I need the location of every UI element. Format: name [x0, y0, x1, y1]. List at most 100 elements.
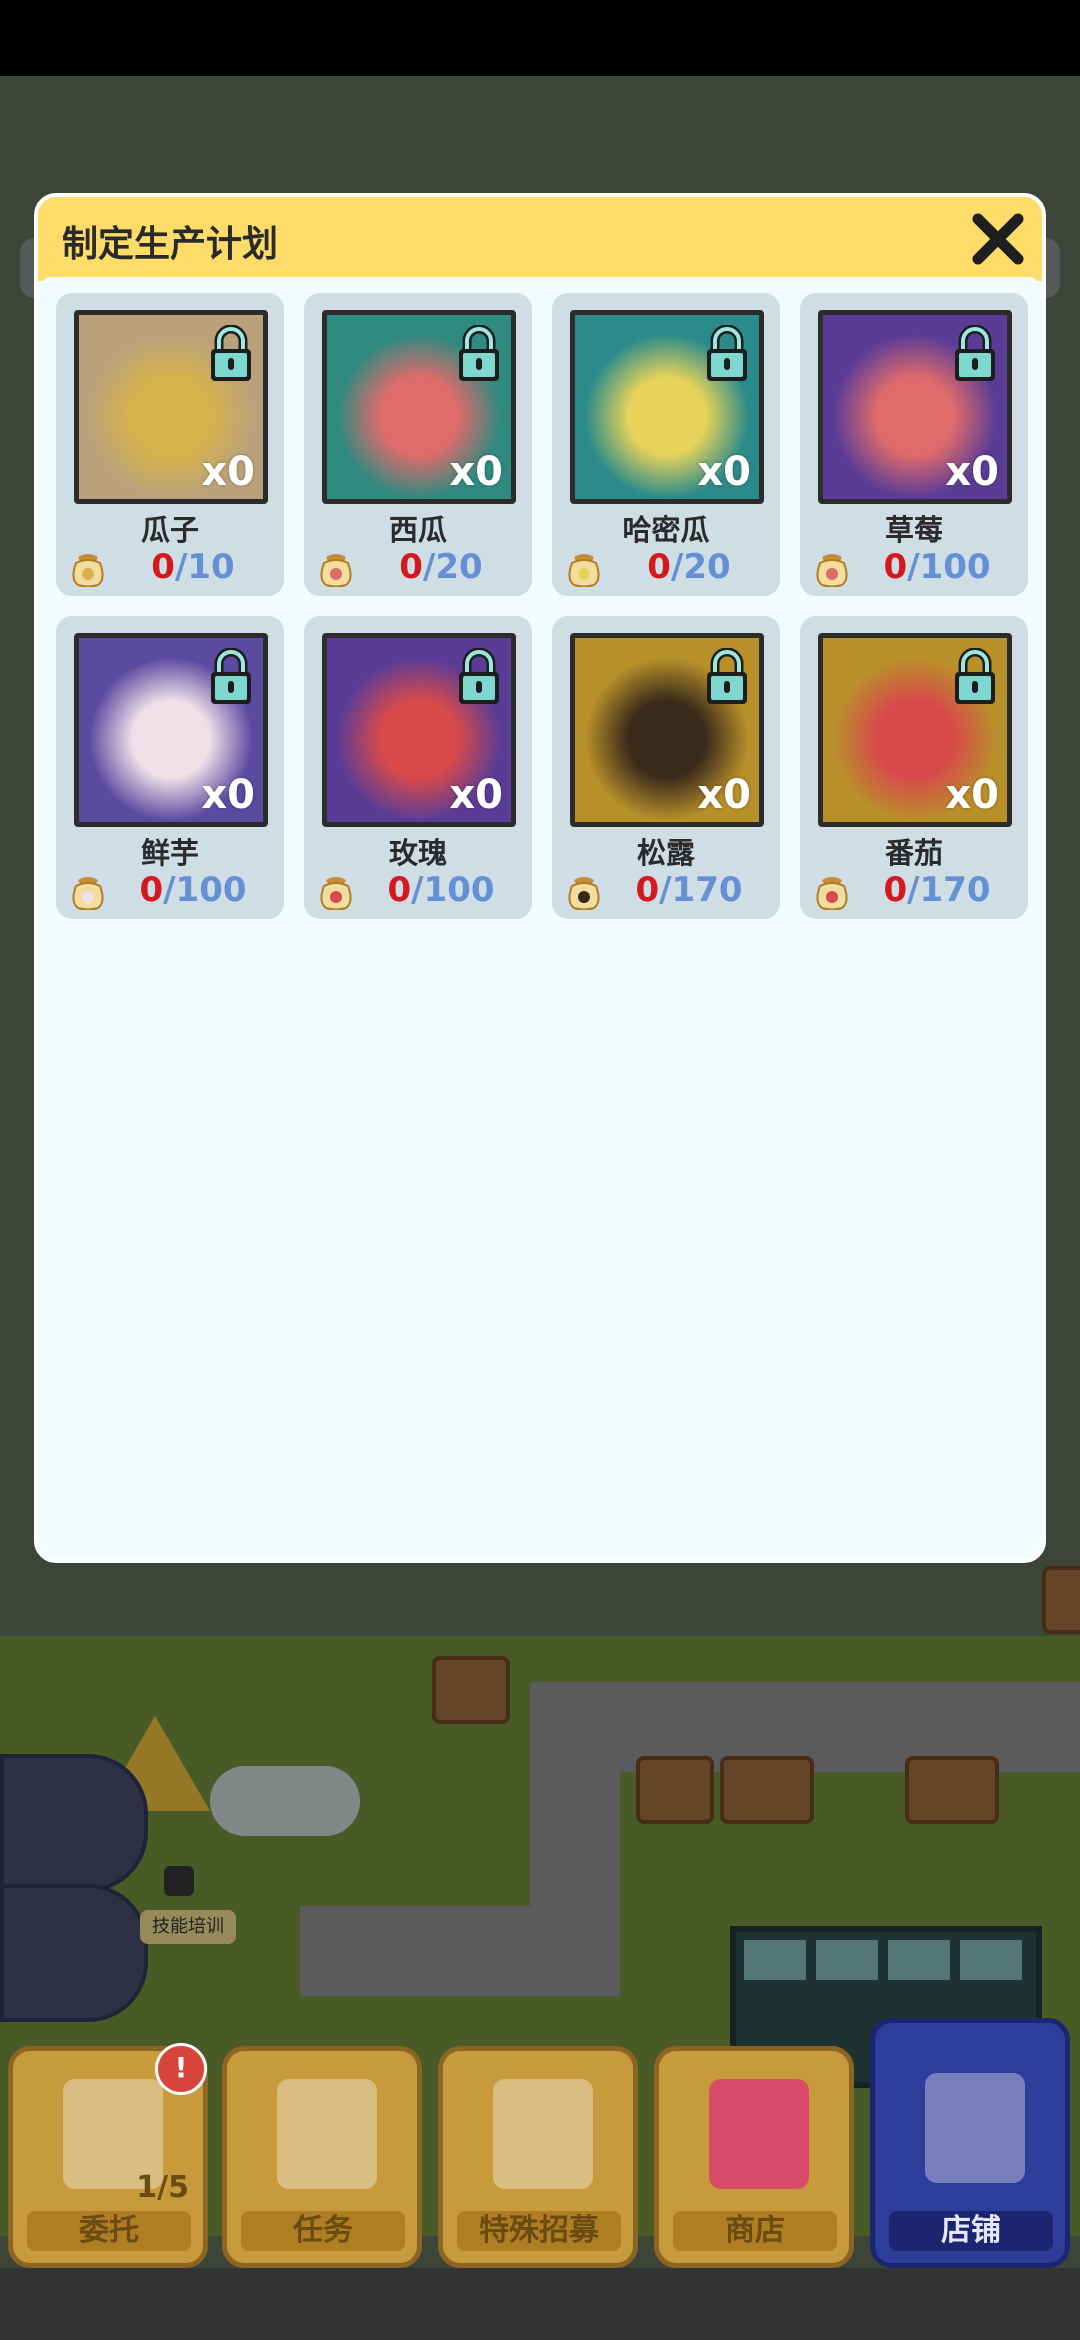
- seed-current: 0: [139, 870, 164, 910]
- item-name: 哈密瓜: [622, 513, 710, 547]
- lock-icon: [455, 647, 503, 706]
- seed-required: /100: [411, 870, 495, 910]
- item-name: 西瓜: [388, 513, 447, 547]
- dialog-title: 制定生产计划: [62, 224, 279, 265]
- seed-required: /100: [907, 547, 991, 587]
- item-quantity: x0: [945, 449, 999, 495]
- tab-special-recruit[interactable]: 特殊招募: [438, 2046, 638, 2268]
- seed-current: 0: [883, 547, 908, 587]
- seed-requirement: 0/100: [318, 870, 518, 914]
- seed-requirement: 0/100: [814, 547, 1014, 591]
- item-thumbnail: x0: [74, 633, 268, 827]
- seed-bag-icon: [816, 877, 848, 910]
- tab-label: 任务: [241, 2211, 405, 2251]
- item-name: 鲜芋: [140, 836, 199, 870]
- lock-icon: [207, 647, 255, 706]
- dialog-header: 制定生产计划: [38, 197, 1042, 291]
- store-icon: [925, 2073, 1025, 2183]
- close-icon: [972, 213, 1024, 265]
- seed-bag-icon: [320, 877, 352, 910]
- item-quantity: x0: [449, 772, 503, 818]
- lock-icon: [703, 647, 751, 706]
- seed-bag-icon: [568, 554, 600, 587]
- item-quantity: x0: [945, 772, 999, 818]
- item-quantity: x0: [201, 772, 255, 818]
- item-card[interactable]: x0 玫瑰 0/100: [304, 616, 532, 919]
- tab-label: 商店: [673, 2211, 837, 2251]
- seed-count: 0/170: [860, 870, 1014, 910]
- tab-commission[interactable]: 1/5 委托 !: [8, 2043, 208, 2268]
- item-card[interactable]: x0 鲜芋 0/100: [56, 616, 284, 919]
- seed-requirement: 0/20: [566, 547, 766, 591]
- lock-icon: [207, 324, 255, 383]
- seed-requirement: 0/170: [566, 870, 766, 914]
- item-thumbnail: x0: [322, 633, 516, 827]
- tab-store[interactable]: 店铺: [870, 2018, 1070, 2268]
- lock-icon: [455, 324, 503, 383]
- seed-current: 0: [151, 547, 175, 587]
- seed-bag-icon: [816, 554, 848, 587]
- seed-count: 0/20: [612, 547, 766, 587]
- item-quantity: x0: [201, 449, 255, 495]
- item-thumbnail: x0: [74, 310, 268, 504]
- item-thumbnail: x0: [818, 310, 1012, 504]
- seed-required: /170: [907, 870, 991, 910]
- item-thumbnail: x0: [322, 310, 516, 504]
- lock-icon: [703, 324, 751, 383]
- status-bar: [0, 0, 1080, 76]
- lock-icon: [951, 647, 999, 706]
- seed-bag-icon: [72, 877, 104, 910]
- seed-count: 0/20: [364, 547, 518, 587]
- alert-badge: !: [155, 2043, 207, 2095]
- tab-label: 委托: [27, 2211, 191, 2251]
- seed-count: 0/100: [116, 870, 270, 910]
- item-card[interactable]: x0 哈密瓜 0/20: [552, 293, 780, 596]
- seed-count: 0/100: [860, 547, 1014, 587]
- item-thumbnail: x0: [570, 633, 764, 827]
- seed-bag-icon: [320, 554, 352, 587]
- tab-label: 特殊招募: [457, 2211, 621, 2251]
- item-quantity: x0: [697, 449, 751, 495]
- seed-current: 0: [635, 870, 660, 910]
- seed-requirement: 0/20: [318, 547, 518, 591]
- tab-tasks[interactable]: 任务: [222, 2046, 422, 2268]
- seed-current: 0: [647, 547, 671, 587]
- commission-count: 1/5: [136, 2170, 189, 2205]
- item-name: 松露: [636, 836, 695, 870]
- tab-label: 店铺: [889, 2211, 1053, 2251]
- cat-bathtub-icon: [493, 2079, 593, 2189]
- tab-shop[interactable]: 商店: [654, 2046, 854, 2268]
- item-thumbnail: x0: [818, 633, 1012, 827]
- bottom-tab-bar: 1/5 委托 ! 任务 特殊招募 商店 店铺: [0, 2018, 1080, 2268]
- seed-count: 0/10: [116, 547, 270, 587]
- item-card[interactable]: x0 番茄 0/170: [800, 616, 1028, 919]
- seed-required: /20: [422, 547, 483, 587]
- seed-required: /20: [670, 547, 731, 587]
- item-quantity: x0: [697, 772, 751, 818]
- seed-requirement: 0/170: [814, 870, 1014, 914]
- seed-required: /10: [174, 547, 235, 587]
- item-thumbnail: x0: [570, 310, 764, 504]
- item-name: 番茄: [884, 836, 943, 870]
- system-nav-bar: [0, 2268, 1080, 2340]
- lock-icon: [951, 324, 999, 383]
- seed-count: 0/170: [612, 870, 766, 910]
- seed-current: 0: [883, 870, 908, 910]
- seed-required: /170: [659, 870, 743, 910]
- item-card[interactable]: x0 草莓 0/100: [800, 293, 1028, 596]
- production-plan-dialog: 制定生产计划 x0 瓜子 0/10 x0 西瓜 0/20 x0 哈密瓜 0/20 x0 草莓 0/10…: [34, 193, 1046, 1563]
- shopping-bag-icon: [709, 2079, 809, 2189]
- seed-requirement: 0/100: [70, 870, 270, 914]
- seed-count: 0/100: [364, 870, 518, 910]
- seed-requirement: 0/10: [70, 547, 270, 591]
- item-card[interactable]: x0 西瓜 0/20: [304, 293, 532, 596]
- close-button[interactable]: [968, 209, 1028, 269]
- seed-current: 0: [399, 547, 423, 587]
- item-quantity: x0: [449, 449, 503, 495]
- item-card[interactable]: x0 松露 0/170: [552, 616, 780, 919]
- seed-required: /100: [163, 870, 247, 910]
- item-name: 草莓: [884, 513, 943, 547]
- seed-bag-icon: [568, 877, 600, 910]
- seed-bag-icon: [72, 554, 104, 587]
- item-card[interactable]: x0 瓜子 0/10: [56, 293, 284, 596]
